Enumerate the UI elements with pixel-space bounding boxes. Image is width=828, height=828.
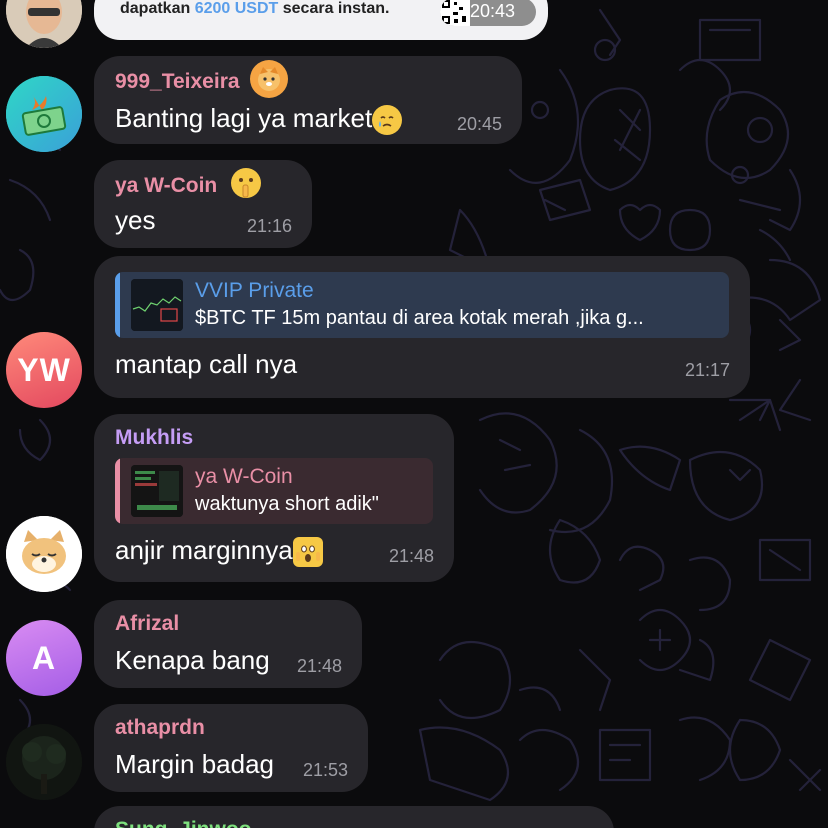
tree-photo-icon: [6, 724, 82, 800]
qr-code-icon[interactable]: 20:43: [440, 0, 536, 26]
avatar-athaprdn[interactable]: [6, 724, 82, 800]
sender-label: Mukhlis: [115, 426, 194, 449]
message-text: Banting lagi ya market: [115, 100, 403, 136]
crying-face-emoji-icon: [372, 105, 403, 136]
doge-face-icon: [6, 516, 82, 592]
top-text-post: secara instan.: [282, 0, 390, 17]
reply-name: ya W-Coin: [195, 465, 293, 488]
message-row: anjir marginnya 21:48: [115, 532, 434, 568]
top-text-pre: dapatkan: [120, 0, 191, 17]
sender-label: Afrizal: [115, 612, 180, 635]
message-text-content: anjir marginnya: [115, 535, 293, 565]
message-bubble-999-teixeira: 999_Teixeira Banting lagi ya market 20:4…: [94, 56, 522, 144]
top-bubble-text: dapatkan 6200 USDT secara instan.: [120, 0, 389, 18]
message-time: 21:17: [684, 360, 730, 380]
message-text: Kenapa bang: [115, 645, 270, 675]
message-text: anjir marginnya: [115, 532, 323, 568]
message-time: 21:53: [302, 760, 348, 780]
reply-quote[interactable]: .reply-blue::before{background:#5a9eea;}…: [115, 272, 729, 338]
message-time: 21:16: [246, 216, 292, 236]
message-row: mantap call nya 21:17: [115, 346, 730, 382]
message-bubble-ya-wcoin: ya W-Coin yes 21:16: [94, 160, 312, 248]
money-bill-icon: [6, 76, 82, 152]
avatar-initials: YW: [17, 351, 71, 388]
message-row: Kenapa bang 21:48: [115, 642, 342, 678]
message-bubble-yw: .reply-blue::before{background:#5a9eea;}…: [94, 256, 750, 398]
message-text: yes: [115, 205, 156, 235]
avatar-initials: A: [31, 639, 57, 676]
message-bubble-top: dapatkan 6200 USDT secara instan. 20:43: [94, 0, 548, 40]
message-bubble-mukhlis: Mukhlis ya W-Coin waktunya short adik" a…: [94, 414, 454, 582]
sender-name: Afrizal: [115, 610, 342, 638]
sender-label: Sung_Jinwoo: [115, 816, 252, 828]
sender-name: ya W-Coin: [115, 168, 292, 202]
message-text: Margin badag: [115, 749, 274, 779]
sender-name: athaprdn: [115, 714, 348, 742]
reply-content: VVIP Private $BTC TF 15m pantau di area …: [195, 278, 644, 332]
shushing-face-emoji-icon: [227, 164, 265, 202]
sender-label: athaprdn: [115, 716, 205, 739]
reply-text: waktunya short adik": [195, 493, 379, 515]
sender-name: Sung_Jinwoo: [115, 816, 594, 828]
reply-text: $BTC TF 15m pantau di area kotak merah ,…: [195, 307, 644, 329]
message-time: 21:48: [388, 546, 434, 566]
message-row: Margin badag 21:53: [115, 746, 348, 782]
reply-thumbnail: [131, 279, 183, 331]
message-text: mantap call nya: [115, 349, 298, 379]
message-bubble-athaprdn: athaprdn Margin badag 21:53: [94, 704, 368, 792]
top-amount: 6200 USDT: [194, 0, 279, 17]
sender-label: 999_Teixeira: [115, 70, 240, 93]
message-row: Banting lagi ya market 20:45: [115, 100, 502, 136]
reply-name: VVIP Private: [195, 279, 314, 302]
shiba-emoji-icon: [249, 60, 288, 98]
message-time: 21:48: [296, 656, 342, 676]
screaming-face-emoji-icon: [292, 537, 323, 568]
reply-content: ya W-Coin waktunya short adik": [195, 464, 379, 518]
message-row: yes 21:16: [115, 202, 292, 238]
avatar-afrizal[interactable]: A: [6, 620, 82, 696]
message-bubble-afrizal: Afrizal Kenapa bang 21:48: [94, 600, 362, 688]
message-text-content: Banting lagi ya market: [115, 103, 373, 133]
sender-name: 999_Teixeira: [115, 60, 502, 98]
avatar-999-teixeira[interactable]: [6, 76, 82, 152]
top-time: 20:43: [470, 1, 516, 21]
message-bubble-sung-jinwoo: Sung_Jinwoo: [94, 806, 614, 828]
avatar-mukhlis[interactable]: [6, 516, 82, 592]
message-time: 20:45: [456, 114, 502, 134]
sender-label: ya W-Coin: [115, 174, 218, 197]
sender-name: Mukhlis: [115, 424, 434, 452]
avatar-yw[interactable]: YW: [6, 332, 82, 408]
reply-thumbnail: [131, 465, 183, 517]
reply-quote[interactable]: ya W-Coin waktunya short adik": [115, 458, 433, 524]
